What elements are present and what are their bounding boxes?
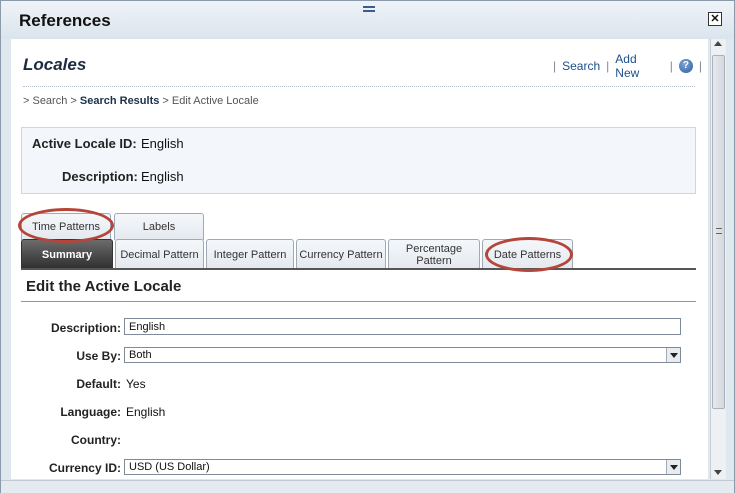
breadcrumb-current: > Edit Active Locale <box>159 95 259 107</box>
info-description-label: Description: <box>62 169 138 184</box>
grip-icon <box>716 228 722 234</box>
drag-grip-icon[interactable] <box>363 6 375 12</box>
link-separator: | <box>553 59 557 73</box>
info-description-value: English <box>141 169 184 184</box>
tab-baseline <box>21 268 696 270</box>
locale-info-box: Active Locale ID: English Description: E… <box>21 127 696 194</box>
description-input[interactable] <box>124 318 681 335</box>
breadcrumb: > Search > Search Results > Edit Active … <box>23 95 259 107</box>
link-separator: | <box>698 59 702 73</box>
description-label: Description: <box>50 321 121 335</box>
tab-date-patterns[interactable]: Date Patterns <box>482 239 573 269</box>
add-new-link[interactable]: Add New <box>615 52 664 80</box>
country-label: Country: <box>71 433 121 447</box>
close-icon[interactable]: ✕ <box>708 12 722 26</box>
breadcrumb-search[interactable]: > Search > <box>23 95 80 107</box>
active-locale-id-label: Active Locale ID: <box>32 136 137 151</box>
window-title: References <box>19 11 111 30</box>
header-links: | Search | Add New | ? | <box>547 52 708 80</box>
chevron-down-icon[interactable] <box>666 348 680 362</box>
tab-time-patterns[interactable]: Time Patterns <box>21 213 111 240</box>
default-value: Yes <box>126 377 146 391</box>
language-label: Language: <box>60 405 121 419</box>
tab-integer-pattern[interactable]: Integer Pattern <box>206 239 294 269</box>
currency-id-select[interactable]: USD (US Dollar) <box>124 459 681 475</box>
search-link[interactable]: Search <box>562 59 600 73</box>
language-value: English <box>126 405 166 419</box>
link-separator: | <box>606 59 610 73</box>
chevron-down-icon[interactable] <box>666 460 680 474</box>
default-label: Default: <box>76 377 121 391</box>
page-title: Locales <box>23 55 87 74</box>
section-title: Edit the Active Locale <box>26 278 182 295</box>
scroll-down-icon[interactable] <box>714 470 722 475</box>
tab-summary[interactable]: Summary <box>21 239 113 269</box>
title-bar[interactable]: References ✕ <box>1 1 734 39</box>
tab-percentage-pattern[interactable]: Percentage Pattern <box>388 239 480 269</box>
currency-id-value: USD (US Dollar) <box>129 461 210 473</box>
scroll-thumb[interactable] <box>712 55 725 409</box>
use-by-value: Both <box>129 349 152 361</box>
breadcrumb-search-results[interactable]: Search Results <box>80 95 159 107</box>
references-window: References ✕ Locales | Search | Add New … <box>0 0 735 493</box>
tab-labels[interactable]: Labels <box>114 213 204 240</box>
header-divider <box>23 86 695 87</box>
tab-currency-pattern[interactable]: Currency Pattern <box>296 239 386 269</box>
currency-id-label: Currency ID: <box>48 461 121 475</box>
section-divider <box>21 301 696 302</box>
scroll-up-icon[interactable] <box>714 41 722 46</box>
use-by-label: Use By: <box>76 349 121 363</box>
bottom-strip <box>1 480 734 493</box>
active-locale-id-value: English <box>141 136 184 151</box>
tab-decimal-pattern[interactable]: Decimal Pattern <box>115 239 204 269</box>
use-by-select[interactable]: Both <box>124 347 681 363</box>
help-icon[interactable]: ? <box>678 59 693 73</box>
main-content: Locales | Search | Add New | ? | > Searc… <box>11 39 708 479</box>
link-separator: | <box>669 59 673 73</box>
vertical-scrollbar[interactable] <box>710 39 726 479</box>
